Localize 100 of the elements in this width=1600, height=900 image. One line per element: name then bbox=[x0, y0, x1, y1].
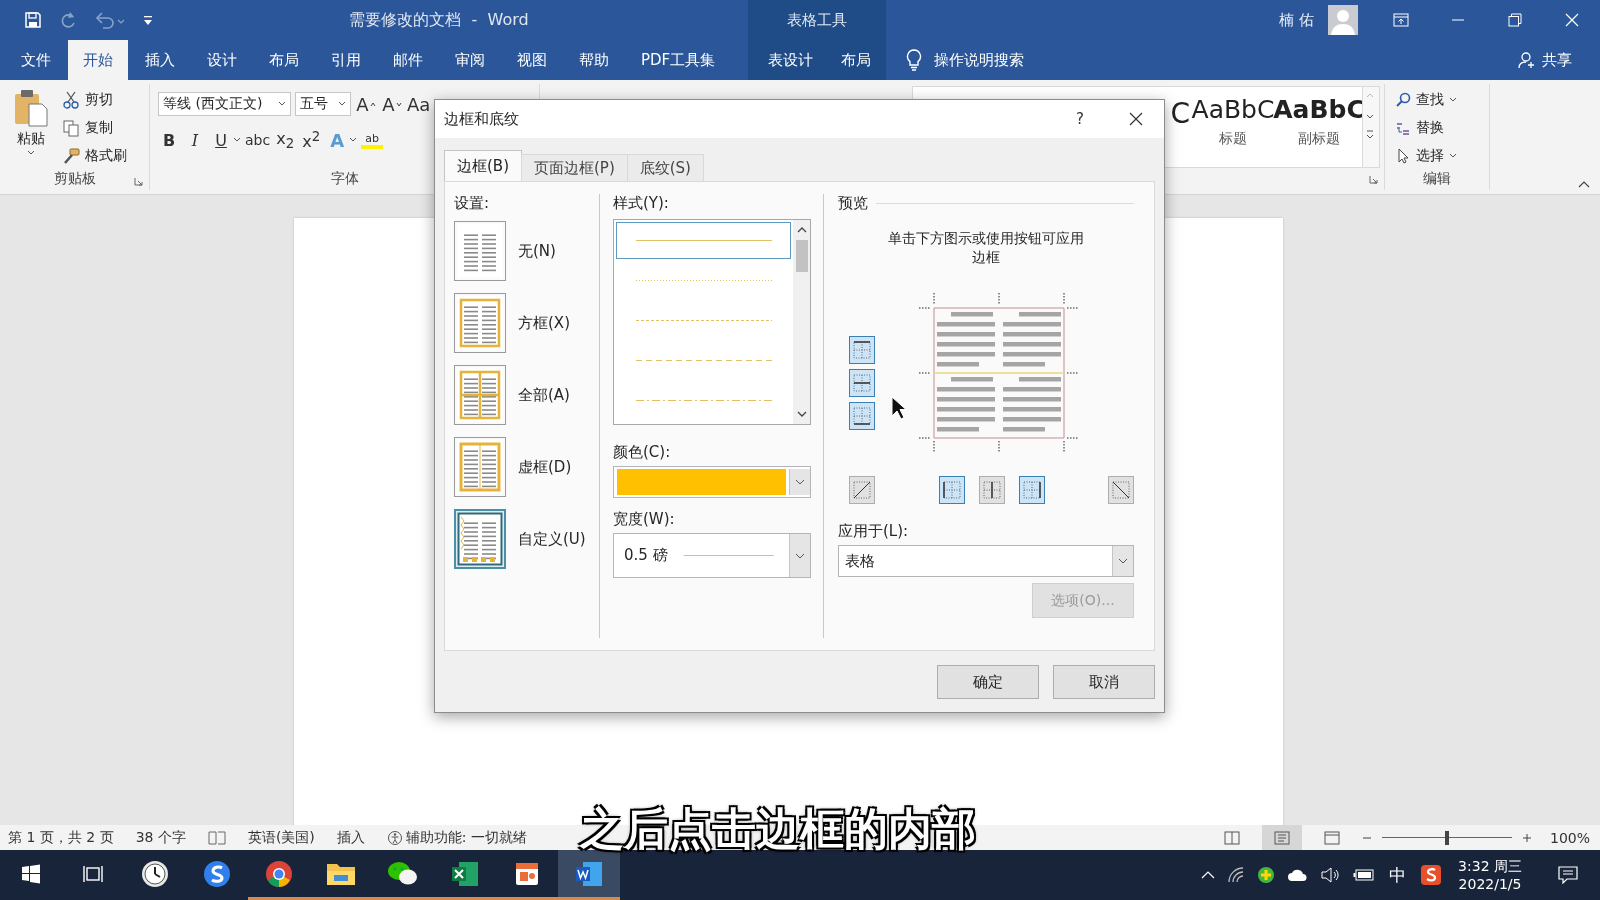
customize-menu-icon[interactable] bbox=[142, 13, 154, 27]
search-icon[interactable] bbox=[1395, 92, 1411, 108]
style-sample[interactable]: C bbox=[1170, 97, 1190, 130]
caret-icon[interactable] bbox=[278, 101, 286, 107]
pointer-icon[interactable] bbox=[1395, 148, 1411, 164]
ribbon-tab[interactable]: 帮助 bbox=[564, 40, 624, 80]
dialog-launcher-icon[interactable] bbox=[1369, 174, 1378, 184]
ribbon-tab[interactable]: 布局 bbox=[254, 40, 314, 80]
dialog-tab[interactable]: 底纹(S) bbox=[626, 154, 704, 181]
setting-option-label[interactable]: 无(N) bbox=[518, 241, 556, 261]
input-method-indicator[interactable]: 中 bbox=[1389, 863, 1407, 887]
browser-icon[interactable] bbox=[264, 858, 294, 889]
width-dropdown[interactable]: 0.5 磅 bbox=[613, 533, 811, 578]
caret-down-icon[interactable] bbox=[395, 101, 402, 107]
ribbon-tab[interactable]: 引用 bbox=[316, 40, 376, 80]
accessibility-status[interactable]: 辅助功能: 一切就绪 bbox=[386, 828, 527, 847]
dialog-tab[interactable]: 页面边框(P) bbox=[521, 154, 628, 181]
scrollbar[interactable] bbox=[793, 220, 810, 424]
setting-option-label[interactable]: 自定义(U) bbox=[518, 529, 586, 549]
accessibility-icon[interactable] bbox=[386, 829, 403, 846]
caret-icon[interactable] bbox=[349, 137, 358, 143]
paintbrush-icon[interactable] bbox=[62, 147, 80, 165]
print-view-button[interactable] bbox=[1261, 825, 1302, 850]
zoom-in-icon[interactable] bbox=[1521, 832, 1532, 843]
grow-font-button[interactable]: A bbox=[355, 91, 377, 117]
person-add-icon[interactable] bbox=[1518, 51, 1536, 69]
copy-button[interactable]: 复制 bbox=[62, 116, 127, 140]
chevron-up-icon[interactable] bbox=[796, 226, 807, 234]
dialog-launcher-icon[interactable] bbox=[134, 177, 143, 186]
ribbon-tab[interactable]: 布局 bbox=[829, 40, 883, 80]
sub-button[interactable]: x$_{2}$ bbox=[274, 127, 297, 153]
browser-window-icon[interactable] bbox=[1323, 830, 1340, 845]
caret-icon[interactable] bbox=[233, 137, 241, 143]
plus-circle-icon[interactable] bbox=[1257, 866, 1276, 884]
replace-icon[interactable] bbox=[1395, 120, 1411, 136]
underline-button[interactable]: U bbox=[210, 127, 232, 153]
chevron-down-icon[interactable] bbox=[1118, 558, 1128, 564]
caret-icon[interactable] bbox=[27, 150, 35, 156]
tell-me-search[interactable]: 操作说明搜索 bbox=[934, 50, 1024, 70]
ribbon-tab[interactable]: 邮件 bbox=[378, 40, 438, 80]
find-button[interactable]: 查找 bbox=[1395, 88, 1483, 112]
taskbar-clock[interactable]: 3:32 周三 2022/1/5 bbox=[1458, 850, 1522, 900]
font-size-dropdown[interactable]: 五号 bbox=[295, 92, 351, 116]
share-button[interactable]: 共享 bbox=[1518, 50, 1572, 70]
caret-icon[interactable] bbox=[338, 101, 346, 107]
font-name-dropdown[interactable]: 等线 (西文正文) bbox=[158, 92, 291, 116]
battery-icon[interactable] bbox=[1353, 868, 1376, 882]
setting-option-label[interactable]: 方框(X) bbox=[518, 313, 570, 333]
caret-icon[interactable] bbox=[1449, 153, 1457, 159]
cut-button[interactable]: 剪切 bbox=[62, 88, 127, 112]
select-button[interactable]: 选择 bbox=[1395, 144, 1483, 168]
ribbon-tab[interactable]: 文件 bbox=[6, 40, 66, 80]
cancel-button[interactable]: 取消 bbox=[1053, 665, 1155, 699]
painter-button[interactable]: 格式刷 bbox=[62, 144, 127, 168]
caret-icon[interactable] bbox=[1449, 97, 1457, 103]
paste-button[interactable]: 粘贴 bbox=[6, 88, 56, 168]
windows-logo-icon[interactable] bbox=[21, 863, 41, 884]
zoom-level[interactable]: 100% bbox=[1549, 829, 1590, 846]
strike-button[interactable]: abc bbox=[245, 127, 271, 153]
document-icon[interactable] bbox=[575, 859, 603, 888]
restore-icon[interactable] bbox=[1507, 13, 1522, 27]
spreadsheet-icon[interactable] bbox=[451, 859, 479, 888]
sup-button[interactable]: x$^{2}$ bbox=[300, 127, 323, 153]
setting-option-label[interactable]: 全部(A) bbox=[518, 385, 570, 405]
highlight-button[interactable]: ab bbox=[361, 131, 384, 149]
clipboard-icon[interactable] bbox=[12, 88, 50, 128]
scrollbar-thumb[interactable] bbox=[795, 240, 808, 272]
help-button[interactable]: ? bbox=[1052, 100, 1108, 138]
bold-button[interactable]: B bbox=[158, 127, 180, 153]
status-text[interactable]: 插入 bbox=[336, 828, 365, 847]
change-case-button[interactable]: Aa bbox=[407, 91, 431, 117]
status-text[interactable]: 英语(美国) bbox=[247, 828, 315, 847]
italic-button[interactable]: I bbox=[184, 127, 206, 153]
caret-up-icon[interactable] bbox=[369, 101, 376, 107]
network-icon[interactable] bbox=[1227, 867, 1246, 883]
ribbon-tab[interactable]: 插入 bbox=[130, 40, 190, 80]
replace-button[interactable]: 替换 bbox=[1395, 116, 1483, 140]
speaker-icon[interactable] bbox=[1321, 867, 1342, 883]
ribbon-tab[interactable]: 视图 bbox=[502, 40, 562, 80]
color-dropdown[interactable] bbox=[613, 466, 811, 498]
line-style-option[interactable] bbox=[616, 222, 791, 259]
scissors-icon[interactable] bbox=[62, 91, 80, 109]
s-logo-icon[interactable] bbox=[1420, 864, 1443, 886]
copy-icon[interactable] bbox=[62, 119, 80, 137]
task-view-icon[interactable] bbox=[82, 863, 104, 884]
clock-icon[interactable] bbox=[140, 858, 170, 889]
dialog-tab[interactable]: 边框(B) bbox=[444, 150, 522, 181]
lightbulb-icon[interactable] bbox=[906, 49, 922, 71]
setting-option-label[interactable]: 虚框(D) bbox=[518, 457, 572, 477]
ribbon-tab[interactable]: 开始 bbox=[68, 40, 128, 80]
s-logo-icon[interactable] bbox=[202, 858, 232, 889]
ribbon-tab[interactable]: 表设计 bbox=[748, 40, 829, 80]
status-text[interactable]: 第 1 页，共 2 页 bbox=[8, 828, 114, 847]
apply-to-dropdown[interactable]: 表格 bbox=[838, 545, 1134, 577]
notification-icon[interactable] bbox=[1558, 866, 1578, 884]
ribbon-tab[interactable]: 审阅 bbox=[440, 40, 500, 80]
save-icon[interactable] bbox=[24, 11, 42, 29]
status-text[interactable]: 38 个字 bbox=[135, 828, 186, 847]
ribbon-display-icon[interactable] bbox=[1392, 13, 1409, 27]
ribbon-tab[interactable]: PDF工具集 bbox=[626, 40, 731, 80]
